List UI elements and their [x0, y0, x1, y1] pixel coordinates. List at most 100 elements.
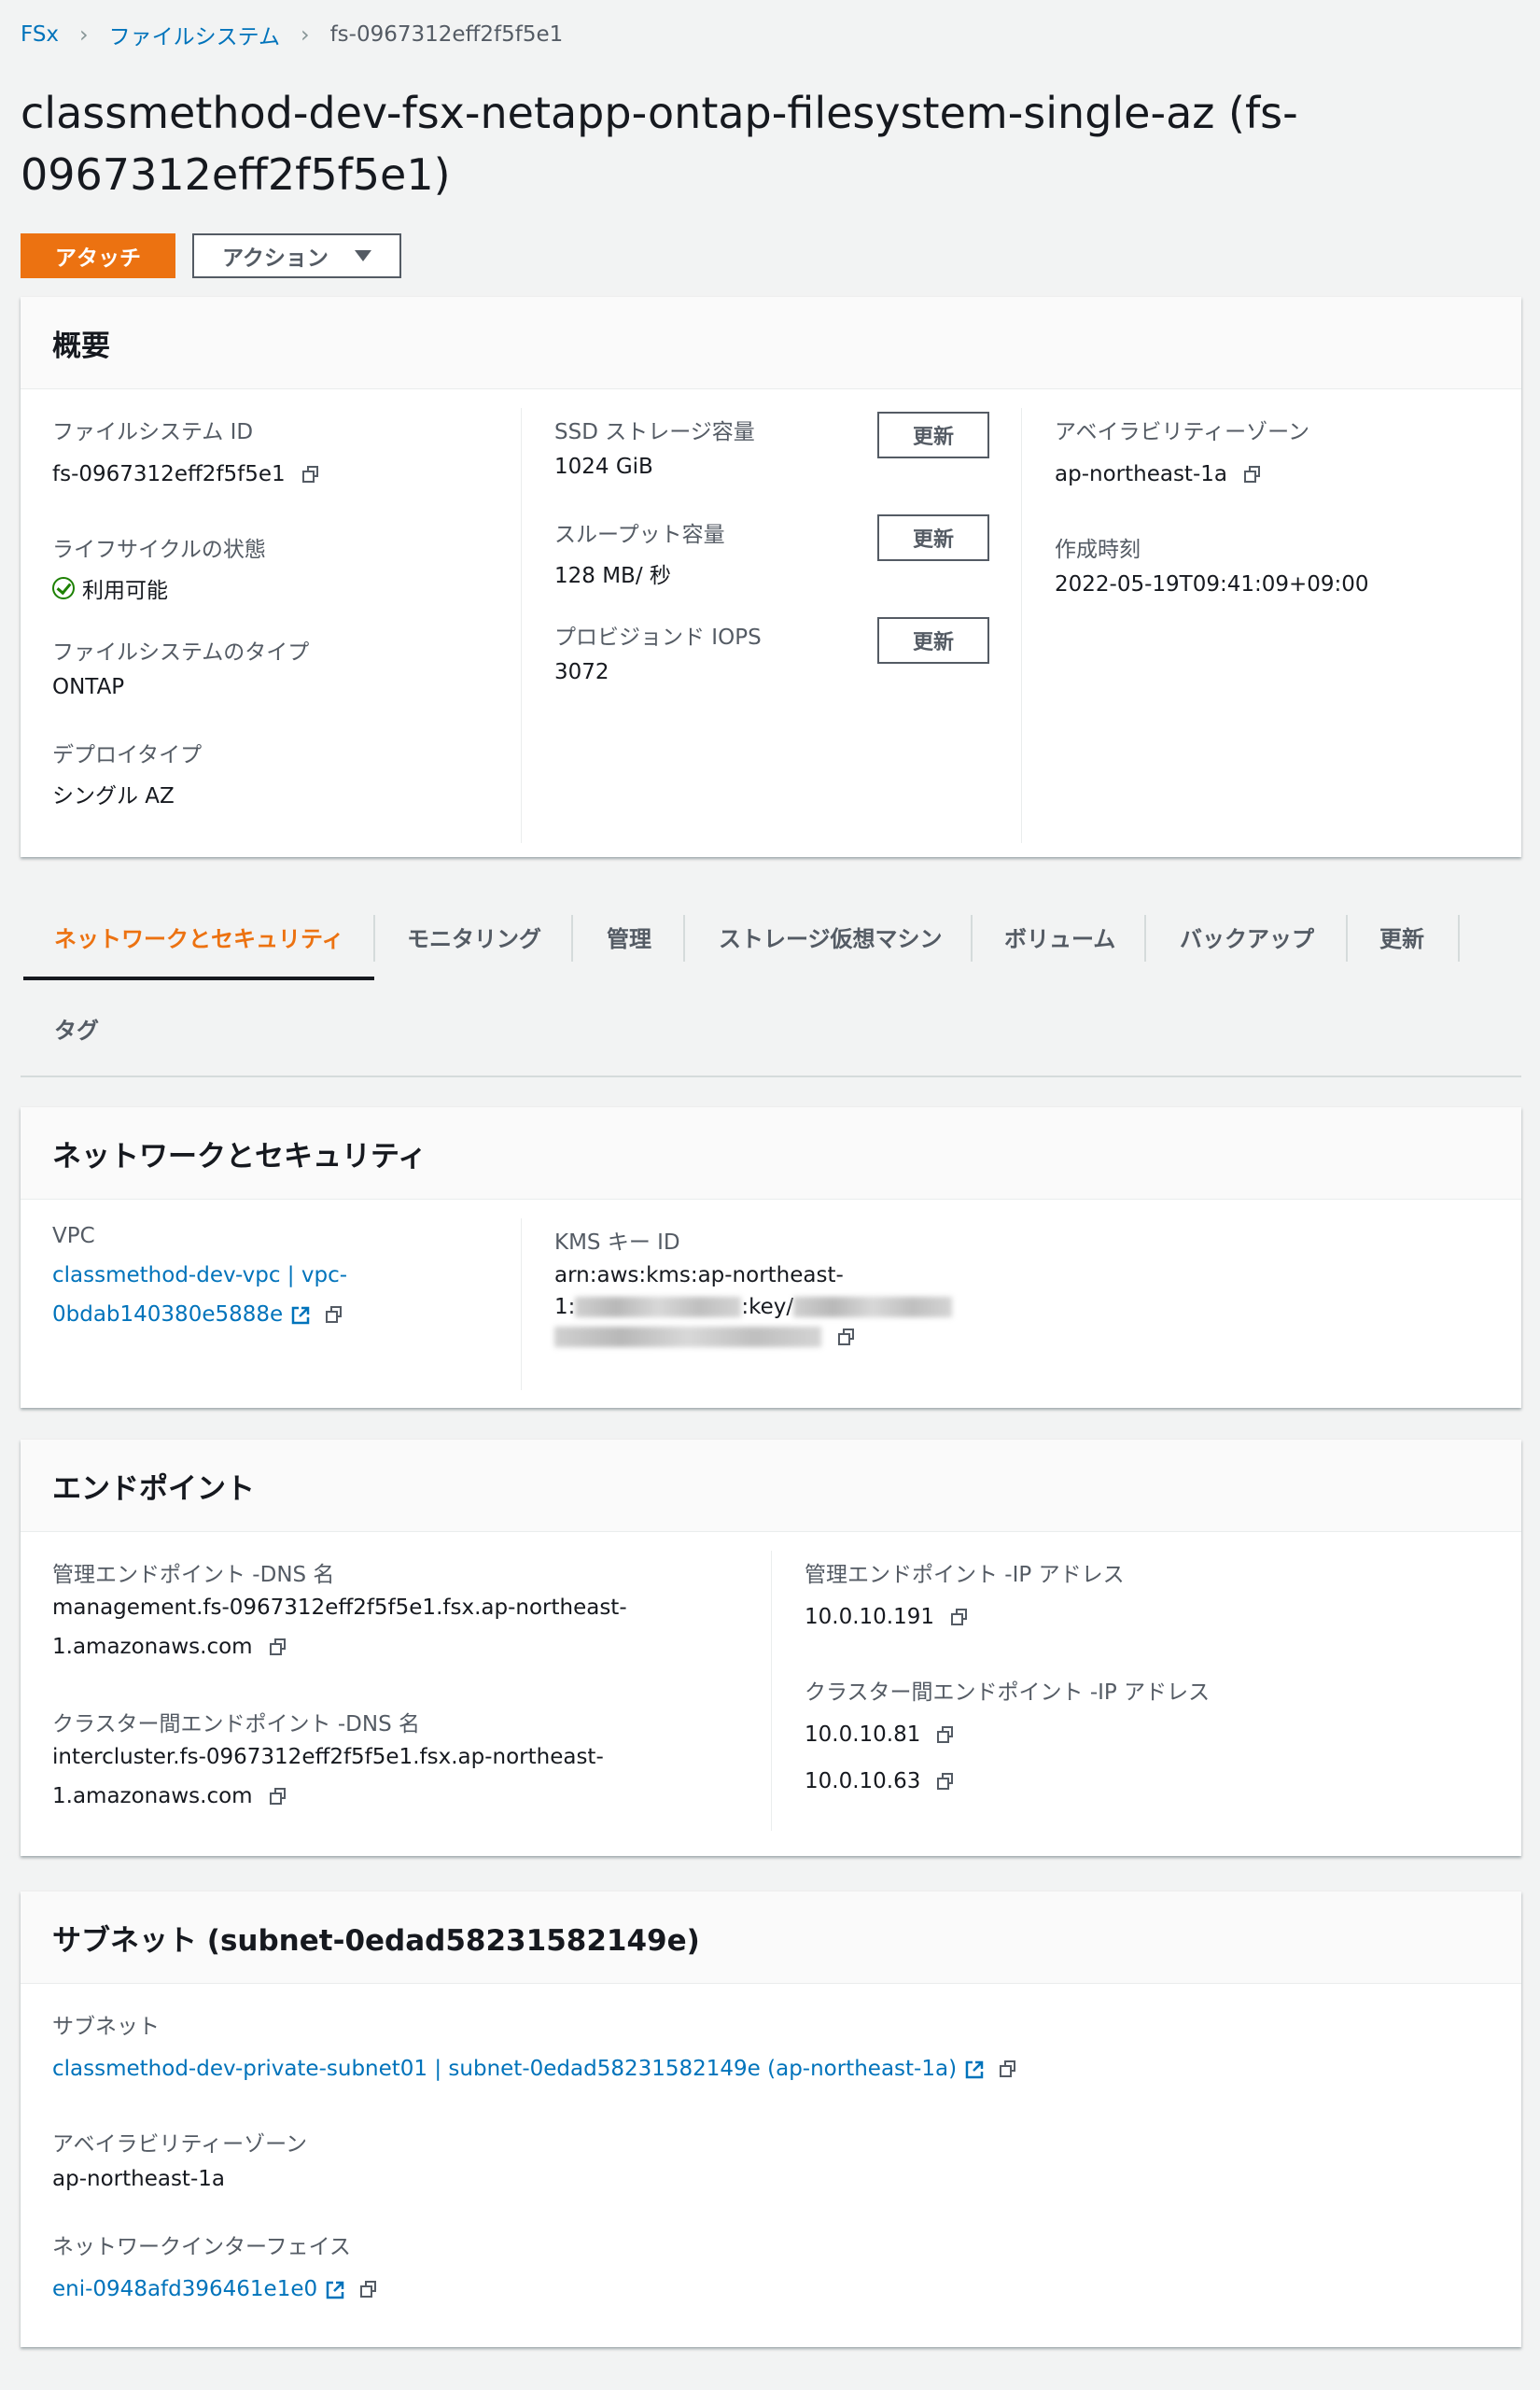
- vpc-label: VPC: [52, 1224, 95, 1248]
- redacted-account-id: [575, 1297, 742, 1317]
- column-divider: [521, 1218, 522, 1390]
- endpoints-panel: エンドポイント 管理エンドポイント -DNS 名 management.fs-0…: [21, 1440, 1521, 1856]
- network-security-body: VPC classmethod-dev-vpc | vpc- 0bdab1403…: [21, 1200, 1521, 1407]
- vpc-value-line2: 0bdab140380e5888e: [52, 1302, 343, 1327]
- actions-dropdown-button[interactable]: アクション: [192, 233, 401, 278]
- tab-separator: [971, 915, 973, 962]
- iops-value: 3072: [554, 660, 609, 684]
- iops-label: プロビジョンド IOPS: [554, 626, 762, 650]
- column-divider: [771, 1551, 772, 1831]
- mgmt-dns-line2: 1.amazonaws.com: [52, 1635, 287, 1659]
- vpc-link-continued[interactable]: 0bdab140380e5888e: [52, 1302, 283, 1327]
- copy-icon[interactable]: [269, 1788, 287, 1805]
- kms-key-label: KMS キー ID: [554, 1230, 680, 1255]
- copy-icon[interactable]: [937, 1773, 954, 1790]
- subnet-az-value: ap-northeast-1a: [52, 2167, 225, 2191]
- intercluster-ip-label: クラスター間エンドポイント -IP アドレス: [805, 1680, 1211, 1705]
- tab-backups[interactable]: バックアップ: [1180, 913, 1314, 960]
- mgmt-dns-text: 1.amazonaws.com: [52, 1635, 253, 1659]
- caret-down-icon: [354, 250, 371, 261]
- copy-icon[interactable]: [937, 1726, 954, 1743]
- update-throughput-button[interactable]: 更新: [877, 514, 989, 561]
- kms-key-prefix: 1:: [554, 1295, 576, 1319]
- page-title: classmethod-dev-fsx-netapp-ontap-filesys…: [21, 88, 1298, 200]
- intercluster-dns-label: クラスター間エンドポイント -DNS 名: [52, 1712, 420, 1736]
- kms-key-line1: arn:aws:kms:ap-northeast-: [554, 1263, 844, 1287]
- external-link-icon[interactable]: [290, 1305, 310, 1325]
- deploy-type-label: デプロイタイプ: [52, 743, 203, 767]
- tab-management[interactable]: 管理: [607, 913, 651, 960]
- redacted-key-id: [793, 1297, 953, 1317]
- subnet-link[interactable]: classmethod-dev-private-subnet01 | subne…: [52, 2057, 957, 2081]
- mgmt-ip-value: 10.0.10.191: [805, 1605, 968, 1629]
- deploy-type-value: シングル AZ: [52, 784, 175, 808]
- intercluster-ip-1: 10.0.10.81: [805, 1722, 954, 1747]
- update-iops-button[interactable]: 更新: [877, 617, 989, 664]
- copy-icon[interactable]: [269, 1638, 287, 1655]
- breadcrumb-fsx-link[interactable]: FSx: [21, 22, 59, 47]
- created-label: 作成時刻: [1055, 538, 1141, 562]
- az-label: アベイラビリティーゾーン: [1055, 420, 1310, 444]
- fs-id-text: fs-0967312eff2f5f5e1: [52, 462, 286, 486]
- copy-icon[interactable]: [360, 2281, 377, 2298]
- vpc-value-line1: classmethod-dev-vpc | vpc-: [52, 1263, 347, 1287]
- tab-network-security[interactable]: ネットワークとセキュリティ: [54, 913, 344, 960]
- tab-separator: [1458, 915, 1460, 962]
- breadcrumb-filesystems-link[interactable]: ファイルシステム: [109, 19, 280, 50]
- ssd-capacity-value: 1024 GiB: [554, 455, 653, 479]
- subnet-value: classmethod-dev-private-subnet01 | subne…: [52, 2057, 1016, 2081]
- fs-id-value: fs-0967312eff2f5f5e1: [52, 462, 319, 486]
- breadcrumb-current: fs-0967312eff2f5f5e1: [329, 22, 564, 47]
- kms-key-line3: [554, 1327, 855, 1347]
- copy-icon[interactable]: [838, 1329, 855, 1345]
- copy-icon[interactable]: [326, 1306, 343, 1323]
- external-link-icon[interactable]: [325, 2280, 344, 2299]
- fs-id-label: ファイルシステム ID: [52, 420, 254, 444]
- mgmt-dns-line1: management.fs-0967312eff2f5f5e1.fsx.ap-n…: [52, 1596, 627, 1620]
- update-ssd-button[interactable]: 更新: [877, 412, 989, 458]
- tab-monitoring[interactable]: モニタリング: [407, 913, 541, 960]
- summary-body: ファイルシステム ID fs-0967312eff2f5f5e1 ライフサイクル…: [21, 389, 1521, 856]
- kms-key-separator: :key/: [741, 1295, 794, 1319]
- subnet-panel: サブネット (subnet-0edad58231582149e) サブネット c…: [21, 1891, 1521, 2347]
- tab-separator: [1346, 915, 1348, 962]
- attach-button[interactable]: アタッチ: [21, 233, 175, 278]
- network-security-header: ネットワークとセキュリティ: [21, 1107, 1521, 1200]
- column-divider: [521, 408, 522, 843]
- breadcrumb: FSx › ファイルシステム › fs-0967312eff2f5f5e1: [21, 19, 563, 50]
- ssd-capacity-label: SSD ストレージ容量: [554, 420, 755, 444]
- intercluster-ip-2-text: 10.0.10.63: [805, 1769, 921, 1793]
- mgmt-ip-label: 管理エンドポイント -IP アドレス: [805, 1563, 1125, 1587]
- az-value: ap-northeast-1a: [1055, 462, 1261, 486]
- vpc-link[interactable]: classmethod-dev-vpc | vpc-: [52, 1263, 347, 1287]
- copy-icon[interactable]: [951, 1609, 968, 1625]
- network-interface-label: ネットワークインターフェイス: [52, 2235, 351, 2259]
- tab-bar: ネットワークとセキュリティ モニタリング 管理 ストレージ仮想マシン ボリューム…: [21, 906, 1521, 1077]
- tab-tags[interactable]: タグ: [54, 1005, 99, 1051]
- az-text: ap-northeast-1a: [1055, 462, 1227, 486]
- tab-volumes[interactable]: ボリューム: [1004, 913, 1115, 960]
- tab-separator: [683, 915, 685, 962]
- fs-type-value: ONTAP: [52, 675, 125, 699]
- created-value: 2022-05-19T09:41:09+09:00: [1055, 572, 1369, 597]
- copy-icon[interactable]: [1000, 2060, 1016, 2077]
- eni-link[interactable]: eni-0948afd396461e1e0: [52, 2277, 317, 2301]
- check-circle-icon: [52, 577, 75, 599]
- intercluster-ip-1-text: 10.0.10.81: [805, 1722, 921, 1747]
- subnet-header: サブネット (subnet-0edad58231582149e): [21, 1891, 1521, 1984]
- network-interface-value: eni-0948afd396461e1e0: [52, 2277, 377, 2301]
- tab-separator: [373, 915, 375, 962]
- intercluster-ip-2: 10.0.10.63: [805, 1769, 954, 1793]
- copy-icon[interactable]: [1243, 466, 1261, 483]
- tab-updates[interactable]: 更新: [1379, 913, 1424, 960]
- subnet-az-label: アベイラビリティーゾーン: [52, 2132, 308, 2157]
- copy-icon[interactable]: [301, 466, 319, 483]
- throughput-value: 128 MB/ 秒: [554, 564, 671, 588]
- actions-button-label: アクション: [222, 246, 329, 271]
- external-link-icon[interactable]: [964, 2060, 984, 2079]
- endpoints-header: エンドポイント: [21, 1440, 1521, 1532]
- tab-storage-virtual-machines[interactable]: ストレージ仮想マシン: [719, 913, 943, 960]
- network-security-panel: ネットワークとセキュリティ VPC classmethod-dev-vpc | …: [21, 1107, 1521, 1408]
- lifecycle-text: 利用可能: [82, 579, 168, 603]
- tab-separator: [1144, 915, 1146, 962]
